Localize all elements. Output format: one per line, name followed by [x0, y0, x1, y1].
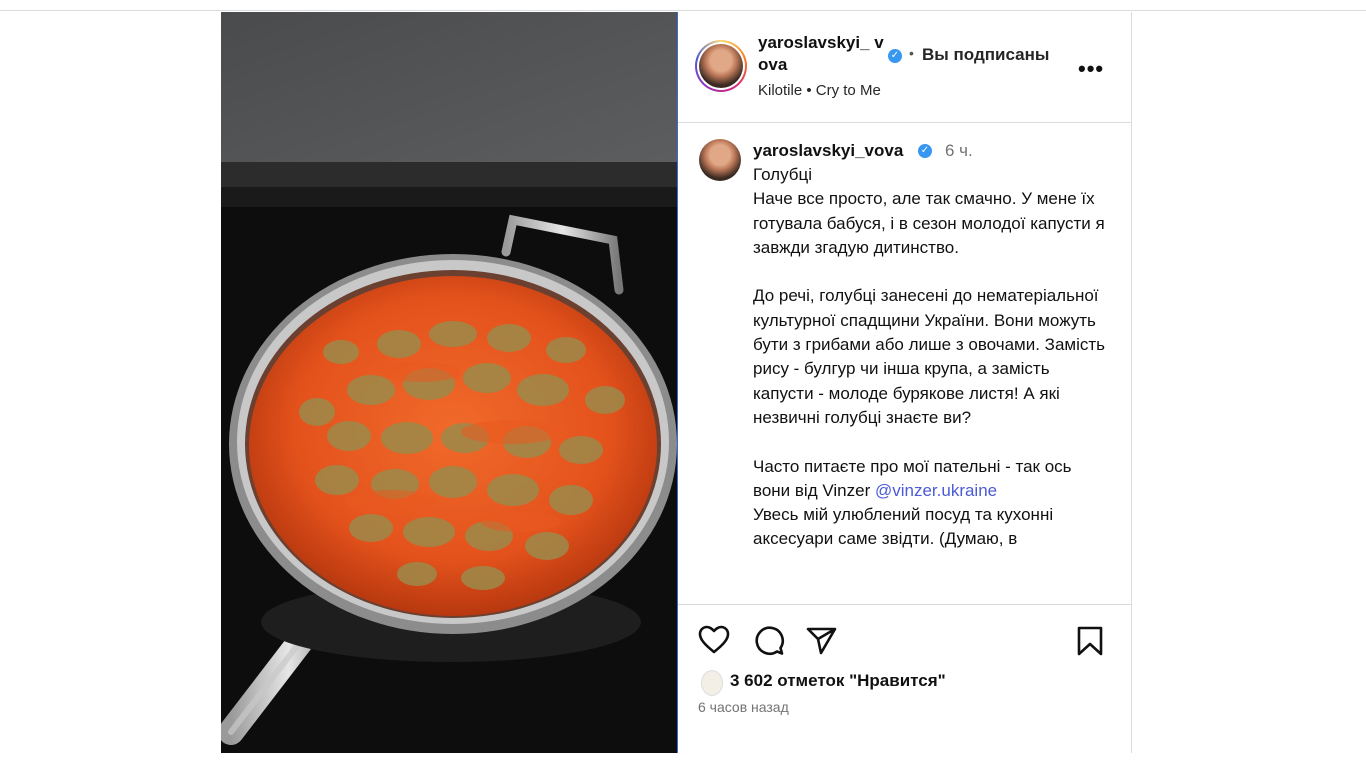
pan-photo: [221, 12, 677, 753]
profile-avatar[interactable]: [695, 40, 747, 92]
share-icon[interactable]: [806, 626, 838, 656]
heart-icon[interactable]: [698, 625, 730, 655]
verified-badge-icon: ✓: [888, 49, 902, 63]
caption-area: yaroslavskyi_vova ✓ 6 ч. Голубці Наче вс…: [678, 123, 1131, 604]
post-header: yaroslavskyi_ vova ✓ • Вы подписаны ••• …: [678, 12, 1131, 123]
top-divider: [0, 10, 1366, 11]
caption-username[interactable]: yaroslavskyi_vova: [753, 141, 903, 161]
post-sidebar: yaroslavskyi_ vova ✓ • Вы подписаны ••• …: [678, 12, 1131, 753]
more-options-icon[interactable]: •••: [1078, 56, 1104, 82]
audio-track-link[interactable]: Kilotile • Cry to Me: [758, 82, 881, 99]
mention-link[interactable]: @vinzer.ukraine: [875, 481, 997, 500]
caption-text: Голубці Наче все просто, але так смачно.…: [753, 163, 1113, 576]
caption-timestamp[interactable]: 6 ч.: [945, 141, 973, 161]
caption-paragraph: Часто питаєте про мої пательні - так ось…: [753, 455, 1113, 552]
caption-avatar[interactable]: [699, 139, 741, 181]
caption-text-after-mention: Увесь мій улюблений посуд та кухонні акс…: [753, 505, 1054, 549]
bookmark-icon[interactable]: [1076, 626, 1104, 656]
avatar: [699, 44, 743, 88]
following-status[interactable]: Вы подписаны: [922, 45, 1049, 65]
caption-paragraph: Голубці Наче все просто, але так смачно.…: [753, 165, 1105, 257]
action-bar: 3 602 отметок "Нравится" 6 часов назад: [678, 604, 1131, 753]
likes-count[interactable]: 3 602 отметок "Нравится": [730, 671, 946, 691]
liker-avatar[interactable]: [701, 670, 723, 696]
comment-icon[interactable]: [753, 626, 785, 656]
header-separator: •: [909, 45, 914, 61]
posted-time[interactable]: 6 часов назад: [698, 699, 789, 715]
caption-paragraph: До речі, голубці занесені до нематеріаль…: [753, 286, 1106, 427]
header-username[interactable]: yaroslavskyi_ vova: [758, 32, 890, 76]
post-photo[interactable]: [221, 12, 678, 753]
caption-verified-icon: ✓: [918, 144, 932, 158]
instagram-post: yaroslavskyi_ vova ✓ • Вы подписаны ••• …: [221, 12, 1132, 753]
